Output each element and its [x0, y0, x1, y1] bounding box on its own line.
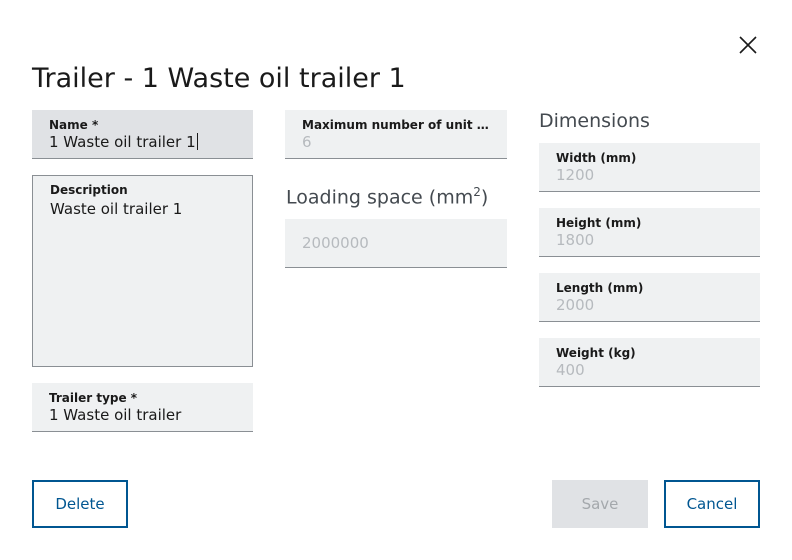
loading-space-heading-text: Loading space (mm	[286, 186, 474, 209]
trailer-type-label: Trailer type *	[49, 391, 138, 405]
weight-field[interactable]: Weight (kg) 400	[539, 338, 760, 387]
height-label: Height (mm)	[556, 216, 642, 230]
width-label: Width (mm)	[556, 151, 637, 165]
description-field[interactable]: Description Waste oil trailer 1	[32, 175, 253, 367]
loading-space-superscript: 2	[473, 185, 481, 199]
loading-space-heading: Loading space (mm2)	[286, 185, 488, 208]
name-field[interactable]: Name * 1 Waste oil trailer 1	[32, 110, 253, 159]
description-label: Description	[50, 183, 128, 197]
name-value: 1 Waste oil trailer 1	[49, 133, 196, 151]
max-units-label: Maximum number of unit loa...	[302, 118, 492, 132]
max-units-value: 6	[302, 133, 312, 151]
weight-value: 400	[556, 361, 585, 379]
close-icon[interactable]	[736, 33, 760, 57]
dimensions-heading: Dimensions	[539, 110, 650, 132]
length-field[interactable]: Length (mm) 2000	[539, 273, 760, 322]
loading-space-value: 2000000	[302, 234, 369, 252]
width-field[interactable]: Width (mm) 1200	[539, 143, 760, 192]
save-button: Save	[552, 480, 648, 528]
max-units-field[interactable]: Maximum number of unit loa... 6	[285, 110, 507, 159]
weight-label: Weight (kg)	[556, 346, 636, 360]
height-value: 1800	[556, 231, 595, 249]
dialog-title: Trailer - 1 Waste oil trailer 1	[32, 63, 406, 94]
name-label: Name *	[49, 118, 99, 132]
delete-button[interactable]: Delete	[32, 480, 128, 528]
loading-space-heading-close: )	[480, 186, 489, 209]
trailer-type-field[interactable]: Trailer type * 1 Waste oil trailer	[32, 383, 253, 432]
length-label: Length (mm)	[556, 281, 644, 295]
cancel-button[interactable]: Cancel	[664, 480, 760, 528]
description-value: Waste oil trailer 1	[50, 200, 183, 218]
length-value: 2000	[556, 296, 595, 314]
loading-space-field[interactable]: 2000000	[285, 219, 507, 268]
text-cursor	[196, 133, 198, 150]
height-field[interactable]: Height (mm) 1800	[539, 208, 760, 257]
name-value-wrap: 1 Waste oil trailer 1	[49, 133, 198, 151]
width-value: 1200	[556, 166, 595, 184]
trailer-type-value: 1 Waste oil trailer	[49, 406, 182, 424]
